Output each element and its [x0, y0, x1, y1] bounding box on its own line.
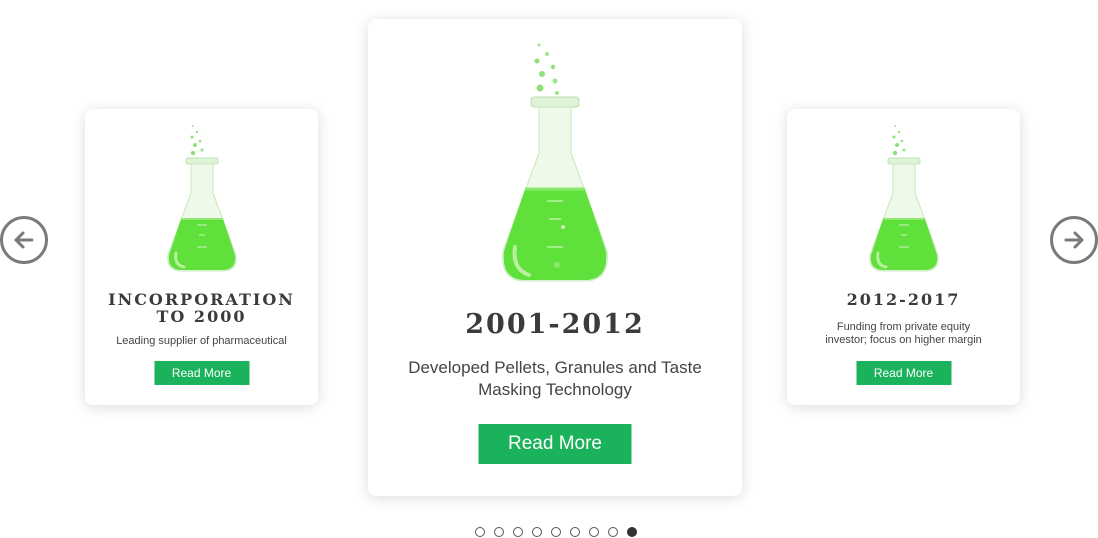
read-more-button[interactable]: Read More: [856, 361, 951, 385]
arrow-right-icon: [1064, 231, 1084, 249]
timeline-card-2012-2017: 2012-2017 Funding from private equity in…: [787, 109, 1020, 405]
pagination-dot[interactable]: [532, 527, 542, 537]
pagination-dot[interactable]: [589, 527, 599, 537]
timeline-card-incorporation: INCORPORATION TO 2000 Leading supplier o…: [85, 109, 318, 405]
read-more-button[interactable]: Read More: [478, 424, 632, 464]
slide-title: INCORPORATION TO 2000: [108, 290, 295, 326]
pagination-dot[interactable]: [494, 527, 504, 537]
timeline-card-2001-2012: 2001-2012 Developed Pellets, Granules an…: [368, 19, 742, 496]
flask-icon: [166, 125, 237, 272]
pagination-dot[interactable]: [475, 527, 485, 537]
slide-title: 2001-2012: [465, 309, 645, 340]
pagination-dot[interactable]: [627, 527, 637, 537]
prev-slide-button[interactable]: [0, 216, 48, 264]
next-slide-button[interactable]: [1050, 216, 1098, 264]
slide-description: Funding from private equity investor; fo…: [825, 321, 982, 346]
pagination-dot[interactable]: [570, 527, 580, 537]
slide-title: 2012-2017: [846, 290, 961, 309]
pagination-dot[interactable]: [513, 527, 523, 537]
arrow-left-icon: [14, 231, 34, 249]
pagination-dot[interactable]: [551, 527, 561, 537]
carousel-pagination: [475, 527, 637, 537]
pagination-dot[interactable]: [608, 527, 618, 537]
flask-icon: [502, 43, 608, 282]
flask-icon: [868, 125, 939, 272]
read-more-button[interactable]: Read More: [154, 361, 249, 385]
slide-description: Leading supplier of pharmaceutical: [116, 335, 287, 347]
slide-description: Developed Pellets, Granules and Taste Ma…: [408, 358, 702, 399]
